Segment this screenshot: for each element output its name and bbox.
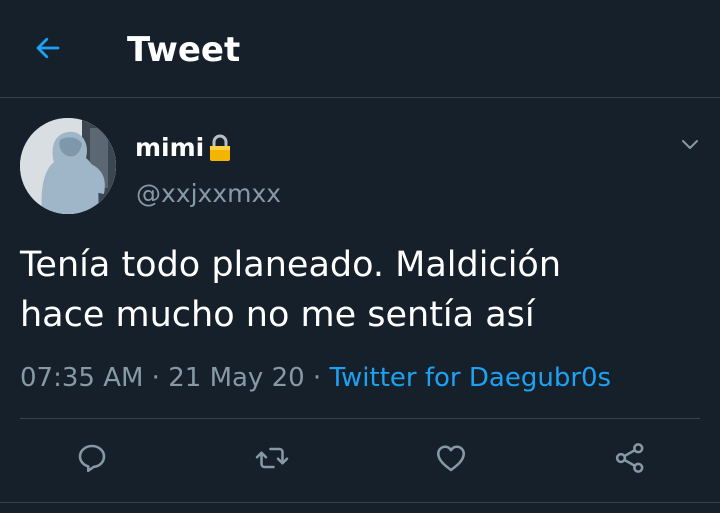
like-button[interactable] — [431, 440, 471, 480]
lock-icon — [207, 133, 233, 163]
tweet-text-line: Tenía todo planeado. Maldición — [20, 245, 562, 285]
arrow-left-icon — [33, 33, 63, 67]
more-options-button[interactable] — [678, 133, 702, 157]
like-icon — [433, 440, 469, 480]
share-icon — [612, 440, 648, 480]
display-name-text: mimi — [135, 133, 205, 162]
tweet-text-line: hace mucho no me sentía así — [20, 295, 535, 335]
tweet-text: Tenía todo planeado. Maldición hace much… — [20, 240, 680, 340]
tweet-meta: 07:35 AM · 21 May 20 · Twitter for Daegu… — [20, 360, 611, 396]
divider — [0, 502, 720, 503]
tweet-time: 07:35 AM — [20, 363, 144, 393]
back-button[interactable] — [28, 30, 68, 70]
reply-button[interactable] — [72, 440, 112, 480]
chevron-down-icon — [680, 136, 700, 155]
action-bar — [0, 432, 720, 488]
divider — [20, 418, 700, 419]
share-button[interactable] — [610, 440, 650, 480]
top-bar: Tweet — [0, 0, 720, 98]
page-title: Tweet — [127, 30, 241, 70]
tweet-source-link[interactable]: Twitter for Daegubr0s — [329, 363, 611, 393]
meta-separator: · — [143, 363, 169, 393]
tweet-date: 21 May 20 — [168, 363, 305, 393]
retweet-icon — [254, 440, 290, 480]
retweet-button[interactable] — [252, 440, 292, 480]
meta-separator: · — [304, 363, 330, 393]
display-name[interactable]: mimi — [135, 132, 233, 164]
user-handle[interactable]: @xxjxxmxx — [136, 178, 281, 210]
reply-icon — [74, 440, 110, 480]
avatar[interactable] — [20, 118, 116, 214]
